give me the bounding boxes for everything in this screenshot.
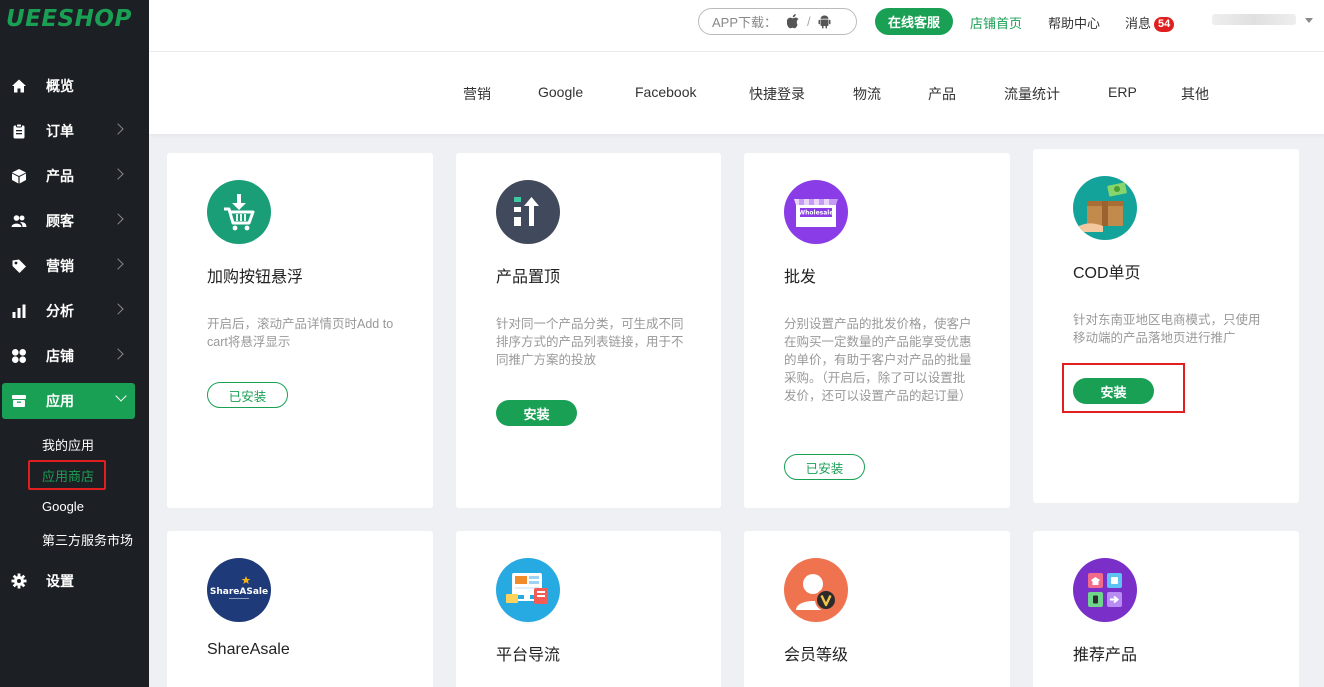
sidebar-item-label: 分析 [46,303,74,319]
users-icon [11,215,27,227]
messages-link[interactable]: 消息 54 [1125,13,1175,32]
sidebar-subitem-google[interactable]: Google [42,499,84,514]
tab-marketing[interactable]: 营销 [463,84,491,104]
app-card-add-to-cart-float[interactable]: 加购按钮悬浮 开启后，滚动产品详情页时Add to cart将悬浮显示 已安装 [167,153,433,508]
sidebar-subitem-my-apps[interactable]: 我的应用 [42,435,94,454]
traffic-screen-icon [496,558,560,622]
wholesale-icon-label: Wholesale [799,210,834,217]
app-icon [12,395,26,407]
chevron-right-icon [112,168,124,180]
sidebar-item-label: 订单 [46,123,74,139]
apple-icon[interactable] [787,14,800,29]
wholesale-store-icon: Wholesale [784,180,848,244]
category-tabs: 营销 Google Facebook 快捷登录 物流 产品 流量统计 ERP 其… [149,52,1324,134]
shareasale-logo-icon: ShareASale [207,558,271,622]
store-home-link[interactable]: 店铺首页 [970,13,1022,32]
app-description: 针对同一个产品分类，可生成不同排序方式的产品列表链接，用于不同推广方案的投放 [496,317,684,367]
app-title: 加购按钮悬浮 [207,269,304,286]
app-card-cod-single-page[interactable]: COD单页 针对东南亚地区电商模式，只使用移动端的产品落地页进行推广 安装 [1033,149,1299,503]
sidebar-item-products[interactable]: 产品 [0,158,149,194]
app-description: 分别设置产品的批发价格，使客户在购买一定数量的产品能享受优惠的单价，有助于客户对… [784,317,972,403]
cart-download-icon [207,180,271,244]
messages-label: 消息 [1125,16,1152,31]
app-title: 会员等级 [784,647,849,664]
app-card-platform-traffic[interactable]: 平台导流 [456,531,721,687]
bar-chart-icon [12,304,26,318]
app-card-product-pin[interactable]: 产品置顶 针对同一个产品分类，可生成不同排序方式的产品列表链接，用于不同推广方案… [456,153,721,508]
chevron-right-icon [112,348,124,360]
sidebar: UEESHOP 概览 订单 产品 顾客 营销 分析 店铺 应用 我的应用 应用商… [0,0,149,687]
chevron-down-icon [115,390,127,402]
app-title: ShareAsale [207,641,290,658]
tab-quick-login[interactable]: 快捷登录 [749,84,805,104]
gear-icon [11,573,27,589]
sidebar-item-label: 概览 [46,78,74,94]
caret-down-icon[interactable] [1305,18,1313,23]
grid-icon [12,349,26,363]
highlight-box-install [1062,363,1185,413]
tab-other[interactable]: 其他 [1181,84,1209,104]
app-title: 推荐产品 [1073,647,1138,664]
android-icon[interactable] [818,14,831,29]
chevron-right-icon [112,213,124,225]
sidebar-item-overview[interactable]: 概览 [0,68,149,104]
tab-erp[interactable]: ERP [1108,84,1137,100]
sidebar-item-settings[interactable]: 设置 [0,563,149,599]
shareasale-icon-label: ShareASale [210,587,268,597]
sidebar-item-customers[interactable]: 顾客 [0,203,149,239]
chevron-right-icon [112,123,124,135]
sidebar-item-orders[interactable]: 订单 [0,113,149,149]
app-title: 平台导流 [496,647,561,664]
message-count-badge: 54 [1154,17,1175,32]
chevron-right-icon [112,303,124,315]
app-description: 开启后，滚动产品详情页时Add to cart将悬浮显示 [207,317,394,349]
sidebar-item-apps[interactable]: 应用 [2,383,135,419]
box-icon [12,169,26,184]
sidebar-item-label: 产品 [46,168,74,184]
sidebar-item-analytics[interactable]: 分析 [0,293,149,329]
cod-package-icon [1073,176,1137,240]
app-title: 批发 [784,269,817,286]
tag-icon [12,259,26,273]
sidebar-item-marketing[interactable]: 营销 [0,248,149,284]
sidebar-item-store[interactable]: 店铺 [0,338,149,374]
top-header: APP下载： / 在线客服 店铺首页 帮助中心 消息 54 [149,0,1324,52]
recommend-grid-icon [1073,558,1137,622]
sidebar-item-label: 顾客 [46,213,74,229]
app-card-wholesale[interactable]: Wholesale 批发 分别设置产品的批发价格，使客户在购买一定数量的产品能享… [744,153,1010,508]
chevron-right-icon [112,258,124,270]
tab-traffic-stats[interactable]: 流量统计 [1004,84,1060,104]
app-card-member-level[interactable]: 会员等级 [744,531,1010,687]
online-service-button[interactable]: 在线客服 [875,8,953,35]
app-card-recommended-products[interactable]: 推荐产品 [1033,531,1299,687]
sort-top-icon [496,180,560,244]
user-name-blurred[interactable] [1212,14,1296,25]
app-download-label: APP下载： [712,15,778,30]
installed-button[interactable]: 已安装 [207,382,288,408]
sidebar-item-label: 设置 [46,573,74,589]
vip-member-icon [784,558,848,622]
tab-logistics[interactable]: 物流 [853,84,881,104]
sidebar-subitem-third-party-market[interactable]: 第三方服务市场 [42,530,133,549]
sidebar-item-label: 应用 [46,393,74,409]
tab-facebook[interactable]: Facebook [635,84,696,100]
help-center-link[interactable]: 帮助中心 [1048,13,1100,32]
app-card-shareasale[interactable]: ShareASale ShareAsale [167,531,433,687]
ueeshop-logo[interactable]: UEESHOP [6,6,132,32]
sidebar-item-label: 营销 [46,258,74,274]
highlight-box-app-store [28,460,106,490]
home-icon [12,79,26,93]
tab-google[interactable]: Google [538,84,583,100]
app-title: COD单页 [1073,265,1141,282]
app-download[interactable]: APP下载： / [698,8,857,35]
tab-products[interactable]: 产品 [928,84,956,104]
installed-button[interactable]: 已安装 [784,454,865,480]
clipboard-icon [13,123,25,139]
app-title: 产品置顶 [496,269,561,286]
app-description: 针对东南亚地区电商模式，只使用移动端的产品落地页进行推广 [1073,313,1261,345]
sidebar-item-label: 店铺 [46,348,74,364]
install-button[interactable]: 安装 [496,400,577,426]
